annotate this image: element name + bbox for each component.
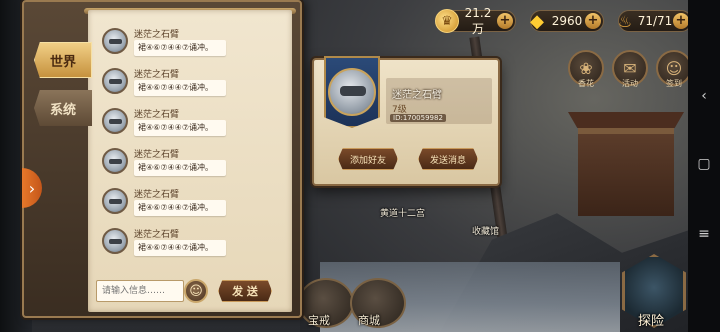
player-id: ID:170059982 (390, 114, 446, 122)
send-button[interactable]: 发 送 (218, 280, 272, 302)
back-nav-icon[interactable]: ‹ (688, 88, 720, 104)
explore-label[interactable]: 探险 (638, 310, 664, 329)
diamond-icon: ◆ (530, 10, 544, 32)
player-avatar (328, 68, 376, 116)
player-info-card: 迷茫之石臂 7级 ID:170059982 添加好友 发送消息 (312, 56, 500, 186)
chat-message[interactable]: 迷茫之石臂 裙④⑥⑦④④⑦诵冲。 (100, 226, 290, 264)
send-message-button[interactable]: 发送消息 (418, 148, 478, 170)
chat-message[interactable]: 迷茫之石臂 裙④⑥⑦④④⑦诵冲。 (100, 146, 290, 184)
menu-nav-icon[interactable]: ≡ (688, 226, 720, 242)
map-label-zodiac[interactable]: 黄道十二宫 (380, 206, 425, 219)
gold-value: 21.2万 (464, 5, 492, 36)
sender-name: 迷茫之石臂 (134, 110, 180, 120)
tab-system[interactable]: 系统 (34, 90, 92, 126)
stamina-icon: ♨ (617, 11, 633, 31)
sender-avatar[interactable] (102, 228, 128, 254)
sender-name: 迷茫之石臂 (134, 230, 180, 240)
gold-coin-icon: ♛ (435, 9, 459, 33)
chat-input[interactable] (96, 280, 184, 302)
temple-building[interactable] (578, 128, 674, 216)
add-friend-button[interactable]: 添加好友 (338, 148, 398, 170)
sender-avatar[interactable] (102, 28, 128, 54)
sender-avatar[interactable] (102, 188, 128, 214)
message-text: 裙④⑥⑦④④⑦诵冲。 (134, 120, 226, 136)
system-navigation-bar: ‹ ▢ ≡ (688, 0, 720, 332)
emoji-icon[interactable]: ☺ (184, 279, 208, 303)
message-text: 裙④⑥⑦④④⑦诵冲。 (134, 40, 226, 56)
chat-input-row: ☺ 发 送 (88, 272, 292, 310)
tab-world[interactable]: 世界 (34, 42, 92, 78)
bottom-label-ring: 宝戒 (308, 314, 330, 327)
message-text: 裙④⑥⑦④④⑦诵冲。 (134, 240, 226, 256)
home-nav-icon[interactable]: ▢ (688, 156, 720, 172)
add-stamina-button[interactable]: + (673, 13, 689, 29)
chat-message[interactable]: 迷茫之石臂 裙④⑥⑦④④⑦诵冲。 (100, 106, 290, 144)
side-label-flower: 香花 (578, 79, 594, 88)
stamina-counter: ♨ 71/71 + (618, 10, 692, 32)
sender-name: 迷茫之石臂 (134, 190, 180, 200)
sender-avatar[interactable] (102, 108, 128, 134)
message-text: 裙④⑥⑦④④⑦诵冲。 (134, 160, 226, 176)
gold-counter: ♛ 21.2万 + (435, 6, 516, 36)
sender-avatar[interactable] (102, 68, 128, 94)
add-gem-button[interactable]: + (585, 13, 601, 29)
gem-value: 2960 (551, 14, 583, 28)
map-label-collection[interactable]: 收藏馆 (472, 224, 499, 237)
sender-avatar[interactable] (102, 148, 128, 174)
player-name: 迷茫之石臂 (392, 90, 442, 101)
message-text: 裙④⑥⑦④④⑦诵冲。 (134, 200, 226, 216)
sender-name: 迷茫之石臂 (134, 70, 180, 80)
gem-counter: ◆ 2960 + (530, 10, 604, 32)
chat-message[interactable]: 迷茫之石臂 裙④⑥⑦④④⑦诵冲。 (100, 186, 290, 224)
stamina-value: 71/71 (637, 14, 673, 28)
bottom-label-shop: 商城 (358, 314, 380, 327)
sender-name: 迷茫之石臂 (134, 30, 180, 40)
side-label-event: 活动 (622, 79, 638, 88)
chat-message[interactable]: 迷茫之石臂 裙④⑥⑦④④⑦诵冲。 (100, 66, 290, 104)
add-gold-button[interactable]: + (497, 13, 513, 29)
sender-name: 迷茫之石臂 (134, 150, 180, 160)
chat-message[interactable]: 迷茫之石臂 裙④⑥⑦④④⑦诵冲。 (100, 26, 290, 64)
side-label-checkin: 签到 (666, 79, 682, 88)
message-text: 裙④⑥⑦④④⑦诵冲。 (134, 80, 226, 96)
